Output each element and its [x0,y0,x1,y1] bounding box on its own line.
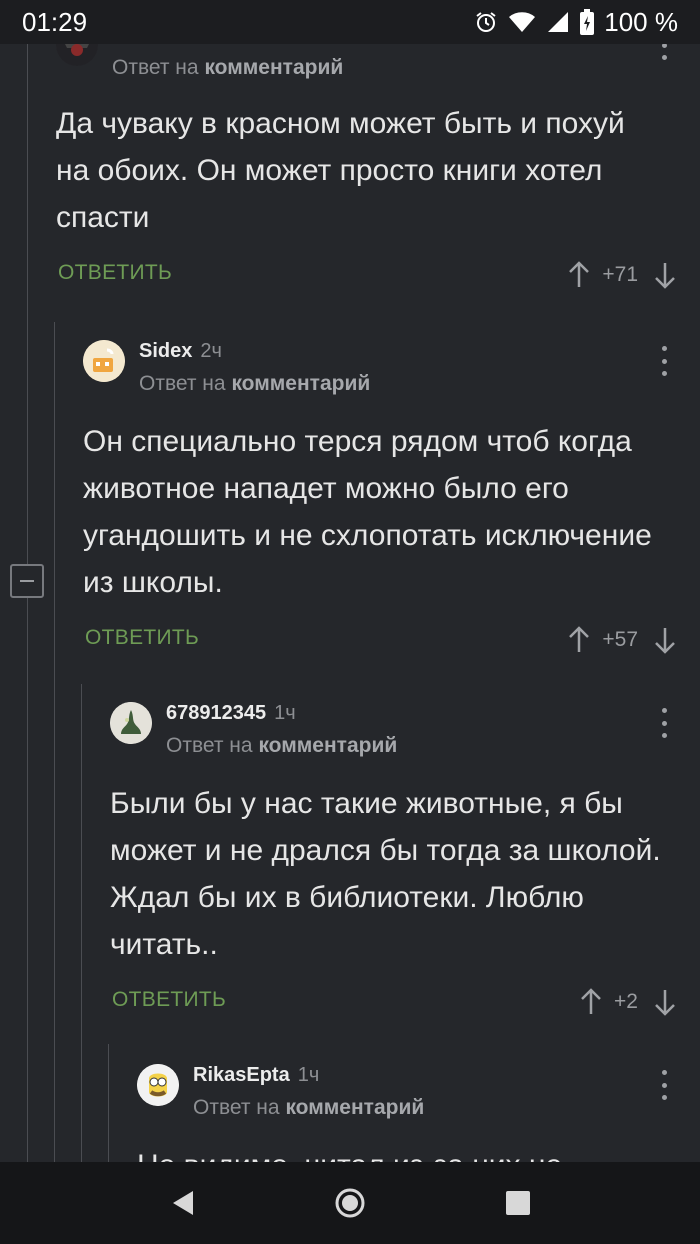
status-time: 01:29 [22,6,88,37]
comment-author[interactable]: Sidex 2ч [139,340,222,363]
vote-controls: +57 [568,618,676,662]
avatar[interactable] [110,702,152,744]
arrow-down-icon[interactable] [654,988,676,1016]
thread-line [81,684,82,1162]
thread-line [108,1044,109,1162]
arrow-down-icon[interactable] [654,626,676,654]
comment-author[interactable]: RikasEpta 1ч [193,1064,319,1087]
alarm-icon [476,12,496,32]
vote-controls: +2 [580,980,676,1024]
comment: Sidex 2ч Ответ на комментарий Он специаль… [83,340,700,666]
reply-to-link[interactable]: комментарий [204,56,343,79]
home-icon[interactable] [334,1187,366,1219]
thread-line [54,322,55,1162]
comment: Ответ на комментарий Да чуваку в красном… [56,44,700,301]
more-options-icon[interactable] [656,708,672,738]
comment-header: Ответ на комментарий [56,44,700,79]
thread-line [27,44,28,1162]
system-navigation-bar [0,1162,700,1244]
comment-header: Sidex 2ч Ответ на комментарий [83,340,700,395]
reply-button[interactable]: ОТВЕТИТЬ [58,261,172,285]
more-options-icon[interactable] [656,44,672,60]
arrow-up-icon[interactable] [568,261,590,289]
more-options-icon[interactable] [656,1070,672,1100]
arrow-up-icon[interactable] [580,988,602,1016]
more-options-icon[interactable] [656,346,672,376]
comment-footer: ОТВЕТИТЬ +71 [56,253,700,301]
comment-footer: ОТВЕТИТЬ +57 [83,618,700,666]
wifi-icon [509,12,536,32]
avatar[interactable] [83,340,125,382]
reply-to-label: Ответ на комментарий [112,56,344,79]
battery-icon [580,9,595,35]
avatar[interactable] [56,44,98,66]
score: +57 [602,628,638,651]
vote-controls: +71 [568,253,676,297]
reply-to-label: Ответ на комментарий [139,372,371,395]
arrow-up-icon[interactable] [568,626,590,654]
comment-time: 2ч [200,340,222,362]
reply-to-label: Ответ на комментарий [166,734,398,757]
collapse-thread-button[interactable] [10,564,44,598]
signal-icon [548,12,569,32]
avatar[interactable] [137,1064,179,1106]
comment-text: Но видимо, читал из-за них не [137,1142,700,1162]
back-icon[interactable] [169,1189,195,1217]
comment-text: Он специально терся рядом чтоб когда жив… [83,425,652,599]
score: +2 [614,990,638,1013]
comment-text: Были бы у нас такие животные, я бы может… [110,787,661,961]
reply-to-label: Ответ на комментарий [193,1096,425,1119]
reply-to-link[interactable]: комментарий [258,734,397,757]
comment-time: 1ч [274,702,296,724]
comment-time: 1ч [297,1064,320,1086]
reply-button[interactable]: ОТВЕТИТЬ [85,626,199,650]
comment-header: RikasEpta 1ч Ответ на комментарий [137,1064,700,1119]
reply-to-link[interactable]: комментарий [231,372,370,395]
comments-feed[interactable]: Ответ на комментарий Да чуваку в красном… [0,44,700,1162]
battery-percent: 100 % [604,6,678,37]
comment: 678912345 1ч Ответ на комментарий Были бы… [110,702,700,1028]
comment-author[interactable]: 678912345 1ч [166,702,296,725]
comment-header: 678912345 1ч Ответ на комментарий [110,702,700,757]
comment-footer: ОТВЕТИТЬ +2 [110,980,700,1028]
comment: RikasEpta1ч Ответ на комментарий Но види… [137,1064,700,1162]
reply-button[interactable]: ОТВЕТИТЬ [112,988,226,1012]
status-icons: 100 % [474,7,678,38]
arrow-down-icon[interactable] [654,261,676,289]
score: +71 [602,263,638,286]
recents-icon[interactable] [505,1190,531,1216]
reply-to-link[interactable]: комментарий [285,1096,424,1119]
status-bar: 01:29 100 % [0,0,700,44]
comment-text: Да чуваку в красном может быть и похуй н… [56,107,625,234]
